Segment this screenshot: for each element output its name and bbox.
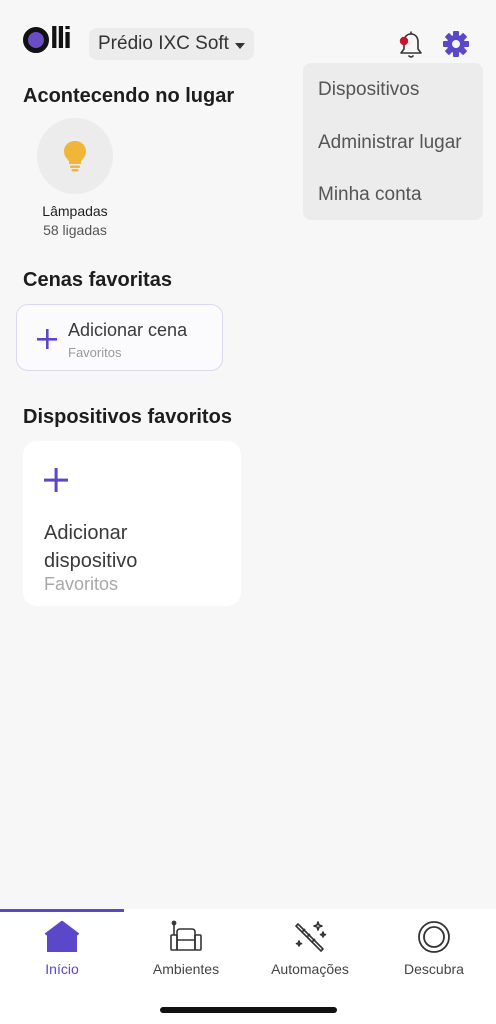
notification-dot (399, 36, 409, 46)
discover-circle-icon (418, 921, 450, 953)
menu-item-administrar-lugar[interactable]: Administrar lugar (318, 132, 462, 154)
app-header: lli Prédio IXC Soft (23, 20, 470, 60)
plus-icon (44, 468, 68, 492)
tab-ambientes[interactable]: Ambientes (124, 919, 248, 989)
lamps-status: 58 ligadas (43, 222, 107, 238)
add-device-label: Adicionar dispositivo (44, 522, 138, 572)
settings-gear-icon[interactable] (442, 30, 470, 58)
caret-down-icon (234, 42, 245, 49)
place-selector[interactable]: Prédio IXC Soft (89, 28, 254, 60)
add-device-button[interactable]: Adicionar dispositivo Favoritos (23, 441, 241, 606)
add-device-sub: Favoritos (44, 574, 119, 594)
lamps-label: Lâmpadas (42, 203, 108, 219)
add-scene-button[interactable]: Adicionar cena Favoritos (16, 304, 223, 371)
add-scene-sub: Favoritos (68, 345, 122, 360)
logo-mark (23, 27, 49, 53)
tab-automacoes[interactable]: Automações (248, 919, 372, 989)
tab-descubra-label: Descubra (404, 961, 464, 977)
tab-inicio-label: Início (45, 961, 79, 977)
tab-descubra[interactable]: Descubra (372, 919, 496, 989)
home-indicator-bar (160, 1007, 337, 1013)
happening-section-title: Acontecendo no lugar (23, 85, 235, 107)
magic-wand-icon (295, 921, 327, 952)
place-name: Prédio IXC Soft (98, 33, 229, 54)
lamps-button[interactable] (37, 118, 113, 194)
home-icon (44, 920, 80, 952)
lightbulb-icon (64, 141, 86, 172)
tab-ambientes-label: Ambientes (152, 961, 220, 977)
logo-wordmark: lli (50, 20, 72, 55)
devices-section-title: Dispositivos favoritos (23, 406, 232, 428)
active-tab-indicator (0, 909, 124, 912)
plus-icon (37, 329, 57, 349)
menu-item-dispositivos[interactable]: Dispositivos (318, 79, 419, 101)
add-scene-label: Adicionar cena (68, 320, 188, 340)
scenes-section-title: Cenas favoritas (23, 269, 172, 291)
settings-dropdown-menu: Dispositivos Administrar lugar Minha con… (303, 63, 483, 220)
olli-logo: lli (23, 20, 72, 56)
tab-automacoes-label: Automações (271, 961, 349, 977)
armchair-icon (170, 920, 202, 951)
tab-inicio[interactable]: Início (0, 919, 124, 989)
menu-item-minha-conta[interactable]: Minha conta (318, 184, 422, 206)
bell-icon[interactable] (398, 30, 424, 60)
